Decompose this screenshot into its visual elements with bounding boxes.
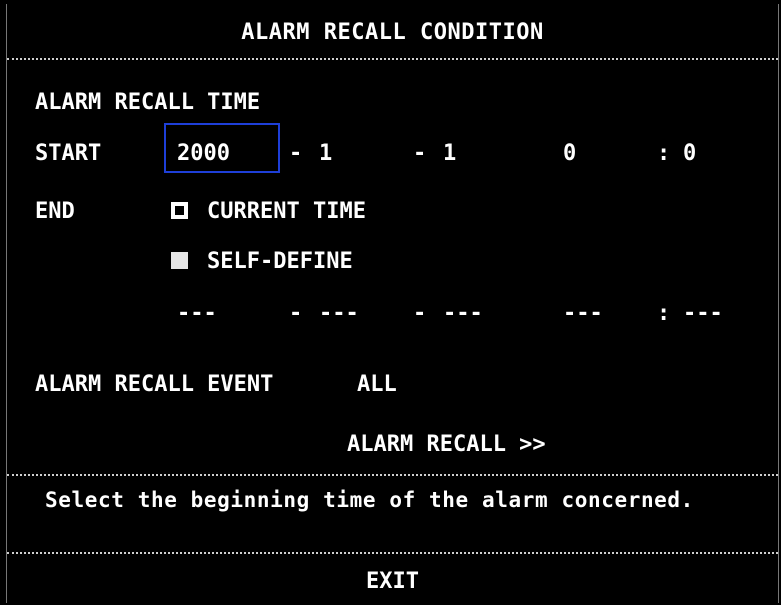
start-colon: : xyxy=(657,141,671,166)
help-bottom-divider xyxy=(7,552,778,554)
start-minute-field[interactable]: 0 xyxy=(683,141,696,167)
recall-event-value[interactable]: ALL xyxy=(357,372,397,398)
alarm-recall-button[interactable]: ALARM RECALL >> xyxy=(347,432,546,458)
recall-time-heading: ALARM RECALL TIME xyxy=(35,90,261,115)
help-top-divider xyxy=(7,474,778,476)
recall-event-label: ALARM RECALL EVENT xyxy=(35,372,274,397)
end-minute-field[interactable]: --- xyxy=(683,301,723,327)
dialog-title: ALARM RECALL CONDITION xyxy=(241,20,544,45)
start-sep-2: - xyxy=(413,141,427,166)
end-year-field[interactable]: --- xyxy=(177,301,217,327)
end-label: END xyxy=(35,199,75,224)
radio-unchecked-icon[interactable] xyxy=(171,252,188,269)
end-sep-1: - xyxy=(289,301,303,326)
start-label: START xyxy=(35,141,102,166)
start-hour-field[interactable]: 0 xyxy=(563,141,576,167)
start-day-field[interactable]: 1 xyxy=(443,141,456,167)
start-month-field[interactable]: 1 xyxy=(319,141,332,167)
end-colon: : xyxy=(657,301,671,326)
radio-checked-icon[interactable] xyxy=(171,202,188,219)
self-define-label[interactable]: SELF-DEFINE xyxy=(207,249,353,275)
current-time-label[interactable]: CURRENT TIME xyxy=(207,199,366,225)
end-month-field[interactable]: --- xyxy=(319,301,359,327)
alarm-recall-dialog: ALARM RECALL CONDITION ALARM RECALL TIME… xyxy=(6,4,779,603)
end-sep-2: - xyxy=(413,301,427,326)
exit-button[interactable]: EXIT xyxy=(7,569,778,595)
start-year-field[interactable]: 2000 xyxy=(177,141,230,167)
help-text: Select the beginning time of the alarm c… xyxy=(45,488,694,512)
end-hour-field[interactable]: --- xyxy=(563,301,603,327)
title-divider xyxy=(7,58,778,60)
start-sep-1: - xyxy=(289,141,303,166)
end-day-field[interactable]: --- xyxy=(443,301,483,327)
